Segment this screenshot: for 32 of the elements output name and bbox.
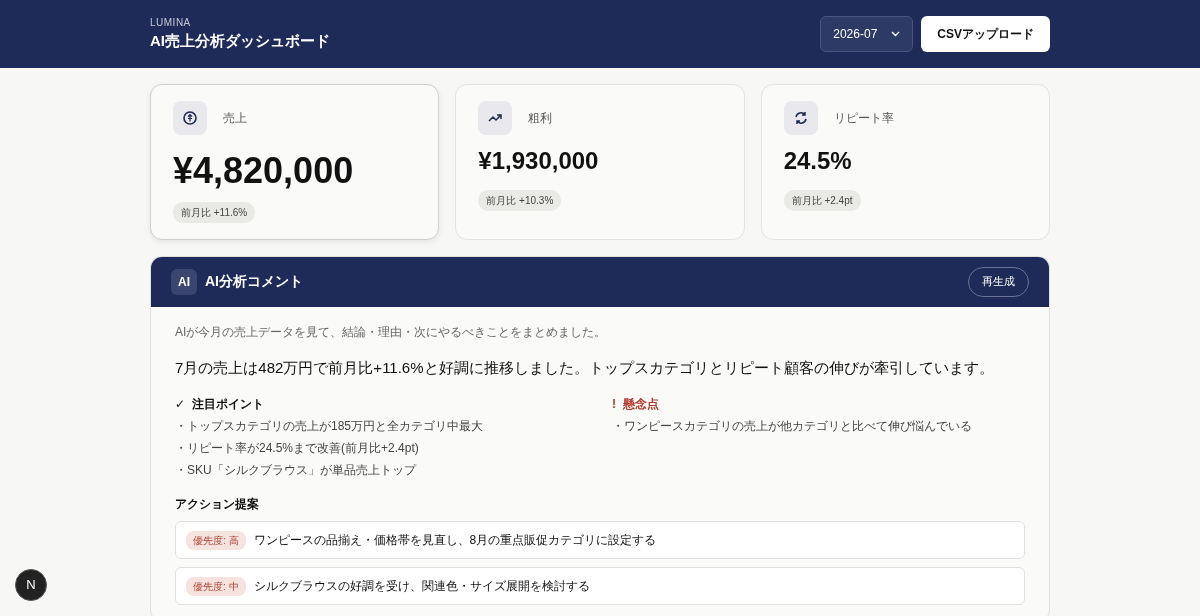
csv-upload-button[interactable]: CSVアップロード <box>921 16 1050 52</box>
bullet-item: ・リピート率が24.5%まで改善(前月比+2.4pt) <box>175 440 420 458</box>
change-badge: 前月比 +2.4pt <box>783 190 861 211</box>
kpi-label: リピート率 <box>833 110 894 127</box>
kpi-value: ¥4,820,000 <box>173 151 355 191</box>
change-badge: 前月比 +10.3% <box>478 190 562 211</box>
ai-badge: AI <box>171 268 197 295</box>
kpi-value: ¥1,930,000 <box>478 146 600 176</box>
bullet-item: ・ワンピースカテゴリの売上が他カテゴリと比べて伸び悩んでいる <box>612 418 973 436</box>
priority-tag: 優先度: 中 <box>186 576 246 596</box>
section-title: ! 懸念点 <box>612 396 660 414</box>
dashboard-title: AI売上分析ダッシュボード <box>150 31 330 52</box>
priority-tag: 優先度: 高 <box>186 530 246 550</box>
coin-icon <box>182 110 198 126</box>
action-text: ワンピースの品揃え・価格帯を見直し、8月の重点販促カテゴリに設定する <box>253 532 657 550</box>
bullet-item: ・SKU「シルクブラウス」が単品売上トップ <box>175 462 418 480</box>
panel-title: AI分析コメント <box>205 272 303 292</box>
kpi-value: 24.5% <box>783 146 853 176</box>
dev-tools-button[interactable]: N <box>15 569 47 601</box>
kpi-label: 粗利 <box>528 110 553 127</box>
chevron-down-icon <box>891 31 901 37</box>
change-badge: 前月比 +11.6% <box>173 201 256 223</box>
summary-text: 7月の売上は482万円で前月比+11.6%と好調に推移しました。トップスカテゴリとリピート顧客の伸びが牽引しています。 <box>175 357 995 378</box>
brand-label: LUMINA <box>150 16 192 31</box>
action-text: シルクブラウスの好調を受け、関連色・サイズ展開を検討する <box>253 578 590 596</box>
refresh-icon <box>792 110 809 126</box>
month-select[interactable]: 2026-07 <box>820 16 914 52</box>
section-title: アクション提案 <box>175 496 260 514</box>
section-title: ✓ 注目ポイント <box>175 396 265 414</box>
intro-text: AIが今月の売上データを見て、結論・理由・次にやるべきことをまとめました。 <box>175 323 608 341</box>
kpi-label: 売上 <box>223 110 247 127</box>
bullet-item: ・トップスカテゴリの売上が185万円と全カテゴリ中最大 <box>175 418 485 436</box>
